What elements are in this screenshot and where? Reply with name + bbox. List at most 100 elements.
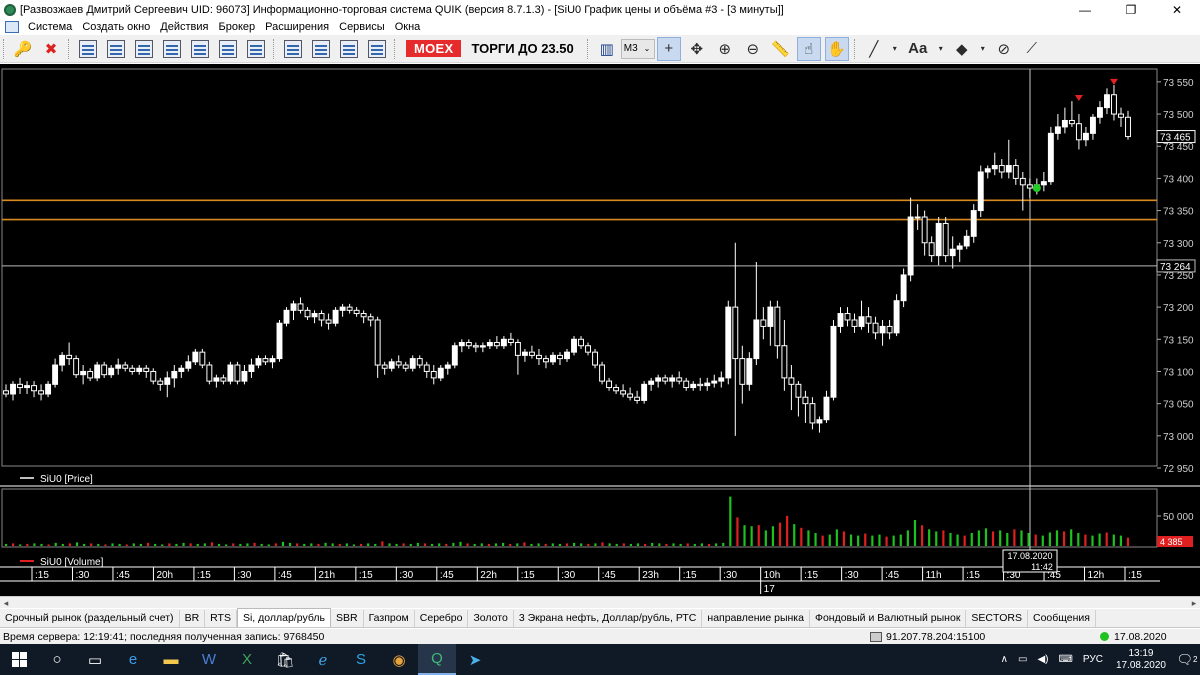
tab-market-direction[interactable]: направление рынка [702,610,810,627]
line-tool-icon[interactable]: ╱ [862,37,886,61]
menu-actions[interactable]: Действия [155,21,213,33]
text-tool-icon[interactable]: Aa [904,37,932,61]
bar-chart-icon[interactable]: ▥ [595,37,619,61]
tab-sectors[interactable]: SECTORS [966,610,1028,627]
moex-badge[interactable]: MOEX [406,40,462,57]
money-limits-icon[interactable] [337,37,361,61]
task-view-icon[interactable]: ▭ [76,644,114,675]
minimize-button[interactable]: — [1062,0,1108,19]
time-tick-label: :45 [278,570,292,581]
word-icon[interactable]: W [190,644,228,675]
zoom-in-icon[interactable]: ⊕ [713,37,737,61]
tab-rts[interactable]: RTS [205,610,237,627]
fill-icon[interactable]: ◆ [950,37,974,61]
toolbar-grip[interactable] [273,38,276,59]
crosshair-icon[interactable]: + [656,36,681,61]
delete-drawings-icon[interactable]: ⟋ [1020,37,1044,61]
scroll-right-icon[interactable]: ▸ [1188,597,1200,609]
candle-body [690,383,697,389]
toolbar-grip[interactable] [853,38,857,59]
menu-extensions[interactable]: Расширения [260,21,334,33]
orders-table-icon[interactable] [160,37,184,61]
candle-body [129,367,136,372]
portfolio-icon[interactable] [365,37,389,61]
tray-arrow-icon[interactable]: ∧ [996,654,1013,665]
candle-body [276,322,283,360]
candle-body [178,367,185,372]
menu-windows[interactable]: Окна [390,21,426,33]
hand-grab-icon[interactable]: ✋ [824,36,849,61]
price-volume-chart[interactable]: 73 550 73 500 73 450 73 400 73 350 73 300 73 2… [0,64,1200,596]
remove-table-icon[interactable] [244,37,268,61]
quik-taskbar-icon[interactable]: Q [418,644,456,675]
close-button[interactable]: ✕ [1154,0,1200,19]
connect-key-icon[interactable]: 🔑 [11,37,35,61]
disconnect-icon[interactable]: ✖ [39,37,63,61]
taskbar-clock[interactable]: 13:19 17.08.2020 [1108,648,1174,672]
horizontal-scrollbar[interactable]: ◂ ▸ [0,596,1200,608]
excel-icon[interactable]: X [228,644,266,675]
candle-body [1019,177,1026,186]
tab-br[interactable]: BR [180,610,206,627]
new-order-icon[interactable] [281,37,305,61]
store-icon[interactable]: 🛍 [266,644,304,675]
toolbar-grip[interactable] [3,38,6,59]
candle-body [472,345,479,348]
trading-hours-label: ТОРГИ ДО 23.50 [471,41,574,56]
new-table-icon[interactable] [76,37,100,61]
toolbar-grip[interactable] [394,38,397,59]
tab-sbr[interactable]: SBR [331,610,364,627]
search-table-icon[interactable] [216,37,240,61]
file-explorer-icon[interactable]: ▬ [152,644,190,675]
scroll-left-icon[interactable]: ◂ [0,597,12,609]
toolbar-grip[interactable] [68,38,71,59]
language-indicator[interactable]: РУС [1078,654,1108,665]
hand-pointer-icon[interactable]: ☝ [796,36,821,61]
tab-messages[interactable]: Сообщения [1028,610,1096,627]
stop-order-icon[interactable] [309,37,333,61]
edge-icon[interactable]: e [114,644,152,675]
menu-create-window[interactable]: Создать окно [77,21,155,33]
dropdown-arrow-icon[interactable]: ▾ [890,37,900,61]
quotes-icon[interactable] [132,37,156,61]
maximize-button[interactable]: ❐ [1108,0,1154,19]
candle-body [430,370,437,379]
dropdown-arrow-icon[interactable]: ▾ [936,37,946,61]
skype-icon[interactable]: S [342,644,380,675]
tab-three-screens[interactable]: 3 Экрана нефть, Доллар/рубль, РТС [514,610,703,627]
tab-silver[interactable]: Серебро [415,610,469,627]
menu-services[interactable]: Сервисы [334,21,390,33]
tab-gold[interactable]: Золото [468,610,514,627]
tab-si-usdrub[interactable]: Si, доллар/рубль [236,608,331,627]
internet-explorer-icon[interactable]: ℯ [304,644,342,675]
tab-gazprom[interactable]: Газпром [364,610,415,627]
chrome-icon[interactable]: ◉ [380,644,418,675]
search-icon[interactable]: ○ [38,644,76,675]
price-tick-label: 73 150 [1163,335,1194,346]
tray-keyboard-icon[interactable]: ⌨ [1053,654,1077,665]
hide-drawings-icon[interactable]: ⊘ [992,37,1016,61]
ruler-icon[interactable]: 📏 [769,37,793,61]
notification-center-icon[interactable]: 🗨 2 [1174,644,1200,675]
tab-futures-market[interactable]: Срочный рынок (раздельный счет) [0,610,180,627]
tab-stock-fx-market[interactable]: Фондовый и Валютный рынок [810,610,967,627]
menu-broker[interactable]: Брокер [214,21,261,33]
candle-body [241,370,248,382]
menu-system[interactable]: Система [23,21,77,33]
move-icon[interactable]: ✥ [685,37,709,61]
candle-body [655,377,662,382]
zoom-out-icon[interactable]: ⊖ [741,37,765,61]
tray-network-icon[interactable]: ▭ [1013,654,1032,665]
telegram-icon[interactable]: ➤ [456,644,494,675]
candle-body [465,342,472,347]
dropdown-arrow-icon[interactable]: ▾ [978,37,988,61]
toolbar-grip[interactable] [586,38,590,59]
new-chart-icon[interactable] [104,37,128,61]
chart-canvas[interactable]: 73 550 73 500 73 450 73 400 73 350 73 300 73 2… [0,64,1200,596]
trades-table-icon[interactable] [188,37,212,61]
start-button[interactable] [0,644,38,675]
tray-volume-icon[interactable]: ◀) [1032,654,1053,665]
interval-select[interactable]: М3 ⌄ [620,38,655,59]
document-window-icon[interactable] [5,21,19,33]
candle-body [732,306,739,360]
